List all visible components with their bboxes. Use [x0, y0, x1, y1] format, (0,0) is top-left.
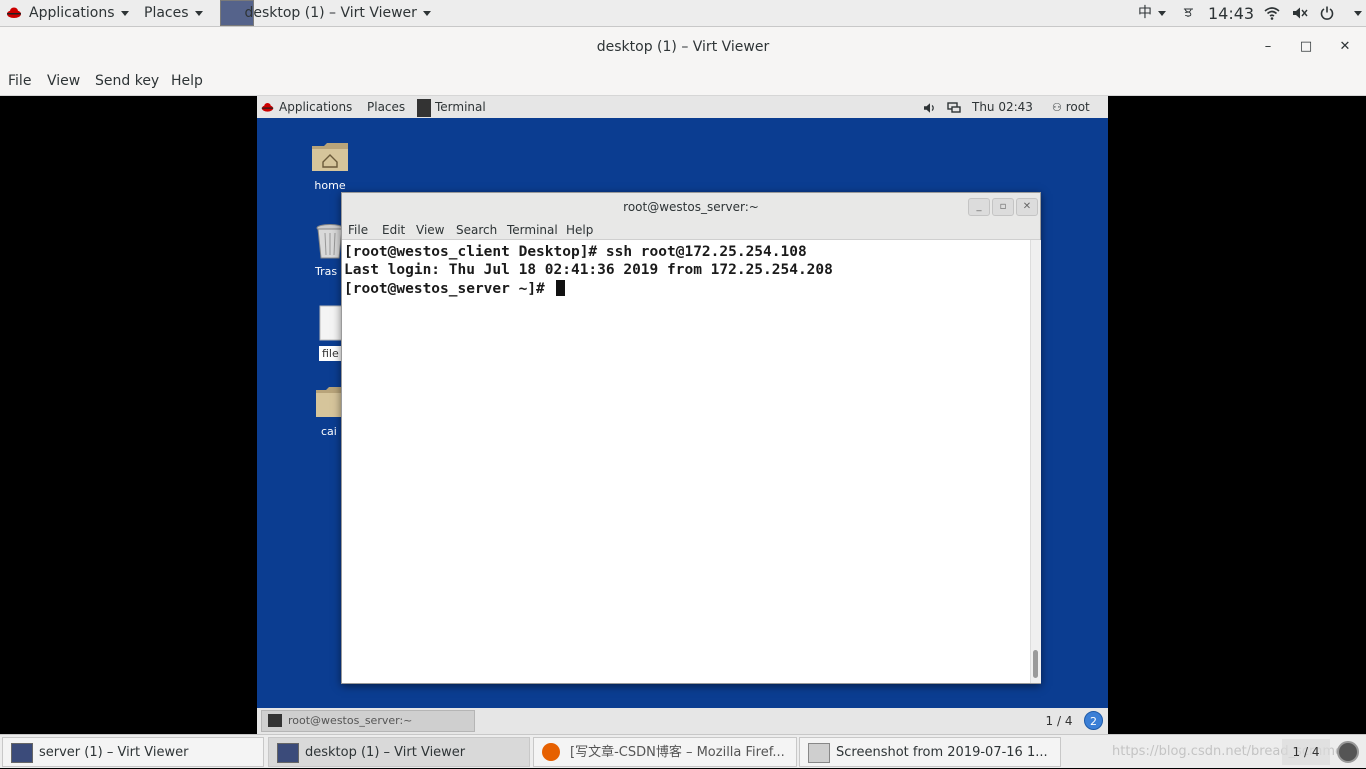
terminal-line: Last login: Thu Jul 18 02:41:36 2019 fro… — [344, 262, 833, 278]
task-server-virt-viewer[interactable]: server (1) – Virt Viewer — [2, 737, 264, 767]
task-desktop-virt-viewer[interactable]: desktop (1) – Virt Viewer — [268, 737, 530, 767]
notification-icon[interactable] — [1337, 741, 1359, 763]
redhat-logo-icon — [6, 0, 22, 27]
guest-display[interactable]: Applications Places Terminal Thu 02:43 ⚇… — [257, 96, 1108, 734]
terminal-maximize-button[interactable]: ▫ — [992, 198, 1014, 216]
places-menu[interactable]: Places — [144, 0, 203, 27]
menu-send-key[interactable]: Send key — [95, 67, 159, 96]
terminal-icon — [417, 98, 431, 117]
terminal-window[interactable]: root@westos_server:~ _ ▫ ✕ File Edit Vie… — [341, 192, 1041, 684]
file-label: file — [319, 346, 342, 361]
chevron-down-icon — [194, 10, 203, 16]
text-cursor — [555, 280, 565, 296]
terminal-icon — [268, 714, 282, 727]
terminal-menu-search[interactable]: Search — [456, 221, 497, 239]
guest-terminal-launcher[interactable]: Terminal — [417, 96, 486, 118]
input-method-indicator[interactable]: 中 — [1138, 0, 1166, 27]
guest-places-menu[interactable]: Places — [367, 96, 405, 118]
window-title: desktop (1) – Virt Viewer — [596, 39, 770, 55]
menu-view[interactable]: View — [47, 67, 80, 96]
terminal-menu-help[interactable]: Help — [566, 221, 593, 239]
notification-badge[interactable]: 2 — [1084, 711, 1103, 730]
wifi-icon[interactable] — [1264, 0, 1280, 27]
scrollbar-thumb[interactable] — [1033, 650, 1038, 678]
guest-clock[interactable]: Thu 02:43 — [972, 96, 1033, 118]
network-wired-icon[interactable] — [947, 96, 961, 118]
terminal-output[interactable]: [root@westos_client Desktop]# ssh root@1… — [342, 240, 1030, 683]
guest-top-panel: Applications Places Terminal Thu 02:43 ⚇… — [257, 96, 1108, 118]
guest-bottom-panel: root@westos_server:~ 1 / 4 2 — [257, 708, 1108, 734]
image-viewer-icon — [808, 743, 830, 763]
terminal-menu-view[interactable]: View — [416, 221, 444, 239]
task-firefox[interactable]: [写文章-CSDN博客 – Mozilla Firef... — [533, 737, 797, 767]
terminal-minimize-button[interactable]: _ — [968, 198, 990, 216]
host-top-panel: Applications Places desktop (1) – Virt V… — [0, 0, 1366, 27]
redhat-logo-icon — [261, 96, 274, 118]
folder-home-icon — [312, 143, 348, 171]
guest-task-terminal[interactable]: root@westos_server:~ — [261, 710, 475, 732]
chevron-down-icon — [422, 10, 431, 16]
virt-viewer-menubar: File View Send key Help — [0, 67, 1366, 96]
monitor-icon — [277, 743, 299, 763]
terminal-prompt-line: [root@westos_server ~]# — [344, 280, 565, 297]
firefox-icon — [542, 743, 560, 761]
terminal-title: root@westos_server:~ — [623, 200, 759, 214]
speaker-icon[interactable] — [923, 96, 937, 118]
terminal-menu-file[interactable]: File — [348, 221, 368, 239]
terminal-menu-edit[interactable]: Edit — [382, 221, 405, 239]
terminal-menu-terminal[interactable]: Terminal — [507, 221, 558, 239]
chevron-down-icon — [1158, 10, 1166, 16]
terminal-titlebar[interactable]: root@westos_server:~ _ ▫ ✕ — [342, 193, 1040, 221]
menu-help[interactable]: Help — [171, 67, 203, 96]
terminal-line: [root@westos_client Desktop]# ssh root@1… — [344, 244, 807, 260]
minimize-button[interactable]: – — [1258, 37, 1278, 57]
guest-applications-menu[interactable]: Applications — [279, 96, 352, 118]
power-icon[interactable] — [1320, 0, 1334, 27]
desktop-icon-home[interactable]: home — [305, 140, 355, 192]
chevron-down-icon — [120, 10, 129, 16]
task-screenshot[interactable]: Screenshot from 2019-07-16 1... — [799, 737, 1061, 767]
guest-user-menu[interactable]: ⚇ root — [1052, 96, 1090, 118]
monitor-icon — [11, 743, 33, 763]
virt-viewer-titlebar: desktop (1) – Virt Viewer – □ ✕ — [0, 27, 1366, 67]
applications-menu[interactable]: Applications — [29, 0, 129, 27]
maximize-button[interactable]: □ — [1296, 37, 1316, 57]
host-workspace-indicator[interactable]: 1 / 4 — [1282, 739, 1330, 765]
terminal-menubar: File Edit View Search Terminal Help — [342, 221, 1040, 240]
menu-file[interactable]: File — [8, 67, 31, 96]
close-button[interactable]: ✕ — [1335, 37, 1355, 57]
terminal-close-button[interactable]: ✕ — [1016, 198, 1038, 216]
volume-muted-icon[interactable] — [1292, 0, 1308, 27]
host-taskbar: server (1) – Virt Viewer desktop (1) – V… — [0, 734, 1366, 768]
guest-workspace-indicator[interactable]: 1 / 4 — [1039, 710, 1079, 732]
user-icon: ⚇ — [1052, 101, 1062, 114]
terminal-scrollbar[interactable] — [1030, 240, 1041, 683]
window-list-menu[interactable]: desktop (1) – Virt Viewer — [220, 0, 431, 27]
keyboard-layout-indicator[interactable]: ਝ — [1184, 0, 1193, 27]
chevron-down-icon[interactable] — [1354, 11, 1362, 16]
clock[interactable]: 14:43 — [1208, 0, 1254, 27]
